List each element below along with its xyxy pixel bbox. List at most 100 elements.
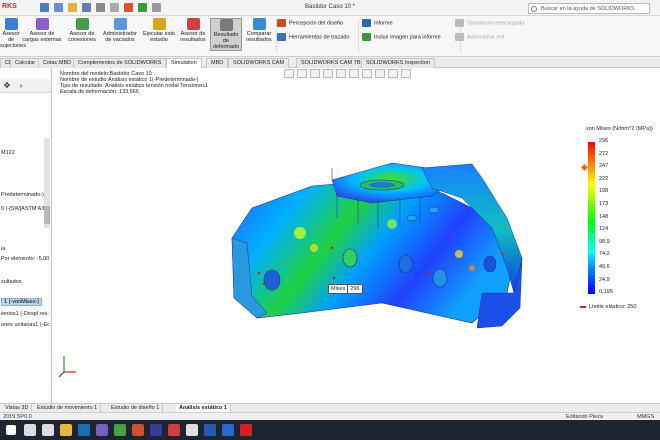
tree-item-strain[interactable]: ones unitarias1 (-Ec <box>1 322 50 328</box>
windows-icon[interactable] <box>6 425 16 435</box>
end-hole <box>428 206 440 214</box>
legend-value: 49,6 <box>599 264 610 270</box>
probe-annotation[interactable]: Mises 296 <box>328 284 363 294</box>
panel-toolbar: ✥ › <box>0 79 51 93</box>
solidworks-icon[interactable] <box>240 424 252 436</box>
tree-item-material[interactable]: M122 <box>1 150 15 156</box>
status-bar: 2019 SP0.0 Editando Pieza MMGS <box>0 412 660 420</box>
scroll-thumb[interactable] <box>44 206 50 224</box>
legend-value: 124 <box>599 226 609 233</box>
legend-value: 296 <box>599 138 609 144</box>
legend-value: 24,9 <box>599 276 610 283</box>
ribbon-small-label: Percepción del diseño <box>289 20 344 27</box>
legend-value: 74,2 <box>599 251 610 258</box>
ribbon-small-label: Incluir imagen para informe <box>374 34 441 41</box>
move-icon[interactable]: ✥ <box>2 81 12 91</box>
legend-title: von Mises (N/mm^2 (MPa)) <box>586 126 653 132</box>
legend-value: 98,9 <box>599 238 610 245</box>
minecraft-icon[interactable] <box>114 424 126 436</box>
word-icon[interactable] <box>204 424 216 436</box>
ribbon-small-button-4[interactable]: Simulación descargada <box>455 19 524 27</box>
graphics-area[interactable]: Nombre del modelo:Bastidor Caso 10 Nombr… <box>52 68 660 403</box>
tab-7[interactable]: SOLIDWORKS CAM TBM <box>296 58 371 68</box>
search-icon[interactable] <box>24 424 36 436</box>
color-scale-bar[interactable] <box>588 142 595 294</box>
app-icon[interactable] <box>168 424 180 436</box>
load-icon <box>35 18 49 30</box>
ribbon-small-button-0[interactable]: Percepción del diseño <box>277 19 343 27</box>
tree-item-stress-selected[interactable]: 1 (-vonMises-) <box>1 298 43 306</box>
legend-value: 0,195 <box>599 289 613 296</box>
ribbon-separator <box>358 19 359 53</box>
legend-value: 222 <box>599 175 609 182</box>
ribbon-button-label: Asesor de cargas externas <box>22 31 62 43</box>
ribbon-small-label: Simulación descargada <box>467 20 525 27</box>
help-search-input[interactable]: Buscar en la ayuda de SOLIDWORKS <box>528 3 650 14</box>
tree-item-mesh[interactable]: ia <box>1 246 5 252</box>
expand-icon[interactable]: › <box>16 81 26 91</box>
ribbon-button-7[interactable]: Comparar resultados <box>244 18 274 43</box>
tree-item-solid[interactable]: 0 (-[SW]ASTM A36 <box>1 206 47 212</box>
tree-item-element[interactable]: Por elemento: -5,00 <box>1 256 49 262</box>
chrome-icon[interactable] <box>186 424 198 436</box>
compare-icon <box>252 18 266 30</box>
fixture-icon <box>4 18 18 30</box>
network-icon <box>455 33 464 41</box>
ribbon-button-6[interactable]: Resultado de deformado <box>210 18 242 51</box>
run-icon <box>152 18 166 30</box>
end-hole <box>406 214 418 222</box>
design-insight-icon <box>277 19 286 27</box>
app-icon[interactable] <box>132 424 144 436</box>
ribbon-button-label: Resultado de deformado <box>212 32 240 50</box>
report-icon <box>362 19 371 27</box>
tab-8[interactable]: SOLIDWORKS Inspection <box>361 58 435 68</box>
tab-1[interactable]: Calcular <box>10 58 41 68</box>
ribbon-button-label: Asesor de resultados <box>180 31 206 43</box>
face-hole <box>342 248 358 268</box>
results-advisor-icon <box>186 18 200 30</box>
connection-icon <box>75 18 89 30</box>
ribbon-small-button-5[interactable]: Administrar red <box>455 33 504 41</box>
ribbon-button-3[interactable]: Administrador de vaciados <box>100 18 140 43</box>
tree-item-config[interactable]: Predeterminado-) <box>1 192 44 198</box>
legend-value: 247 <box>599 163 609 170</box>
app-icon[interactable] <box>96 424 108 436</box>
probe-value: 296 <box>347 285 361 293</box>
tab-3[interactable]: Complementos de SOLIDWORKS <box>73 58 167 68</box>
feature-tree-panel: ✥ › M122 Predeterminado-) 0 (-[SW]ASTM A… <box>0 68 52 408</box>
tab-5[interactable]: MBD <box>206 58 229 68</box>
tree-item-results[interactable]: sultados <box>1 279 22 285</box>
ribbon-button-2[interactable]: Asesor de conexiones <box>66 18 98 43</box>
ribbon-button-1[interactable]: Asesor de cargas externas <box>22 18 62 43</box>
ribbon-small-button-3[interactable]: Incluir imagen para informe <box>362 33 441 41</box>
ribbon-small-label: Administrar red <box>467 34 505 41</box>
explorer-icon[interactable] <box>60 424 72 436</box>
steam-icon[interactable] <box>78 424 90 436</box>
task-view-icon[interactable] <box>42 424 54 436</box>
app-icon[interactable] <box>150 424 162 436</box>
tree-item-displacement[interactable]: ientos1 (-Despl res- <box>1 311 49 317</box>
panel-scrollbar[interactable] <box>44 138 50 228</box>
ribbon-small-label: Herramientas de trazado <box>289 34 350 41</box>
tab-4[interactable]: Simulation <box>166 58 202 68</box>
search-placeholder: Buscar en la ayuda de SOLIDWORKS <box>541 6 635 12</box>
ribbon-button-5[interactable]: Asesor de resultados <box>178 18 208 43</box>
probe-label: Mises <box>331 286 346 292</box>
ribbon: Asesor de sujeciones Asesor de cargas ext… <box>0 16 660 57</box>
yield-strength-label: Límite elástico: 250 <box>580 304 636 310</box>
ribbon-button-0[interactable]: Asesor de sujeciones <box>0 18 26 49</box>
app-icon[interactable] <box>222 424 234 436</box>
face-hole <box>483 255 497 273</box>
ribbon-small-button-2[interactable]: Informe <box>362 19 393 27</box>
include-image-icon <box>362 33 371 41</box>
stress-plot-model[interactable] <box>52 68 660 403</box>
face-hole <box>398 254 414 274</box>
tab-6[interactable]: SOLIDWORKS CAM <box>228 58 290 68</box>
legend-value: 198 <box>599 188 609 195</box>
ribbon-button-4[interactable]: Ejecutar este estudio <box>142 18 176 43</box>
tab-2[interactable]: Cotac.MBD <box>38 58 77 68</box>
shell-icon <box>113 18 127 30</box>
ribbon-small-button-1[interactable]: Herramientas de trazado <box>277 33 350 41</box>
simulation-download-icon <box>455 19 464 27</box>
yield-arrow-icon <box>580 305 586 308</box>
